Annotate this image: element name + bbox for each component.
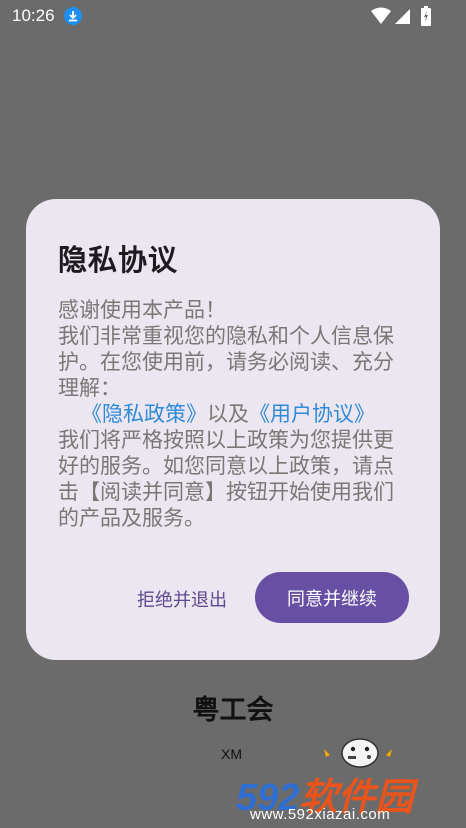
- xm-label: XM: [221, 746, 242, 762]
- dialog-body: 感谢使用本产品！ 我们非常重视您的隐私和个人信息保护。在您使用前，请务必阅读、充…: [58, 297, 398, 531]
- watermark-url: www.592xiazai.com: [250, 806, 391, 823]
- privacy-policy-link[interactable]: 《隐私政策》: [81, 402, 207, 426]
- status-time: 10:26: [12, 6, 55, 25]
- privacy-dialog: 隐私协议 感谢使用本产品！ 我们非常重视您的隐私和个人信息保护。在您使用前，请务…: [26, 199, 440, 660]
- wifi-icon: [371, 7, 391, 30]
- dialog-thanks: 感谢使用本产品！: [58, 298, 226, 322]
- user-agreement-link[interactable]: 《用户协议》: [249, 402, 375, 426]
- and-text: 以及: [207, 402, 249, 426]
- dialog-closing: 我们将严格按照以上政策为您提供更好的服务。如您同意以上政策，请点击【阅读并同意】…: [58, 428, 394, 530]
- status-bar: 10:26: [0, 0, 466, 34]
- battery-icon: [421, 6, 431, 31]
- watermark-logo: 592软件园 www.592xiazai.com: [236, 766, 466, 828]
- links-line: 《隐私政策》以及《用户协议》: [58, 401, 398, 427]
- download-icon: [64, 7, 82, 25]
- reject-exit-button[interactable]: 拒绝并退出: [126, 581, 238, 617]
- signal-icon: [395, 7, 411, 30]
- app-title: 粤工会: [192, 695, 274, 726]
- agree-continue-button[interactable]: 同意并继续: [255, 572, 409, 623]
- dialog-title: 隐私协议: [58, 243, 179, 277]
- dialog-intro: 我们非常重视您的隐私和个人信息保护。在您使用前，请务必阅读、充分理解：: [58, 324, 394, 400]
